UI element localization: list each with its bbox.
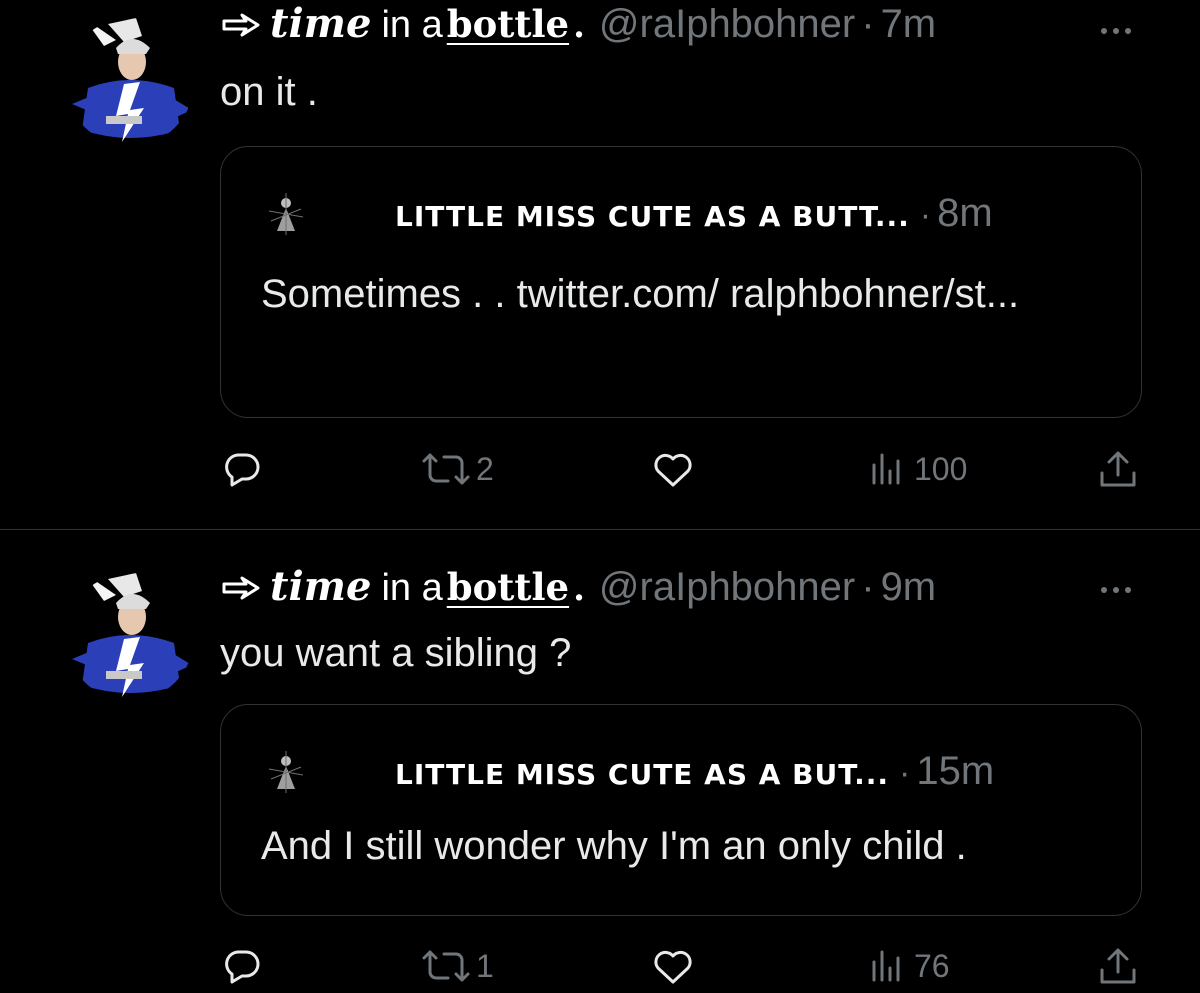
action-bar: 1 76 (0, 941, 1200, 991)
avatar[interactable] (66, 18, 194, 146)
quote-tweet[interactable]: LITTLE MISS CUTE AS A BUTT... · 8m Somet… (220, 146, 1142, 418)
heart-icon (654, 950, 692, 984)
views-icon (872, 950, 900, 982)
tweet-header: time in a bottle . @raIphbohner · 9m (220, 563, 936, 623)
tweet-header: time in a bottle . @raIphbohner · 7m (220, 0, 936, 60)
tweet-divider (0, 529, 1200, 530)
heart-icon (654, 453, 692, 487)
views-icon (872, 453, 900, 485)
retweet-icon (422, 950, 470, 982)
retweet-count: 1 (476, 947, 494, 984)
display-name-part[interactable]: bottle (447, 2, 569, 46)
quote-timestamp[interactable]: 8m (937, 191, 993, 236)
tweet-text: on it . (220, 70, 318, 114)
quote-header: LITTLE MISS CUTE AS A BUTT... · 8m (395, 191, 993, 236)
quote-header: LITTLE MISS CUTE AS A BUT... · 15m (395, 749, 994, 794)
tweet-text: you want a sibling ? (220, 631, 572, 675)
more-options-icon[interactable] (1096, 583, 1136, 597)
action-bar: 2 100 (0, 444, 1200, 494)
display-name-part[interactable]: in a (381, 4, 442, 47)
share-button[interactable] (1096, 444, 1140, 494)
reply-button[interactable] (220, 941, 264, 991)
separator-dot: · (919, 196, 932, 234)
views-count: 76 (914, 947, 950, 984)
timestamp[interactable]: 9m (881, 565, 937, 610)
user-handle[interactable]: @raIphbohner (599, 2, 855, 47)
retweet-count: 2 (476, 450, 494, 487)
user-handle[interactable]: @raIphbohner (599, 565, 855, 610)
retweet-button[interactable]: 1 (420, 941, 494, 991)
share-button[interactable] (1096, 941, 1140, 991)
views-button[interactable]: 76 (866, 941, 950, 991)
quote-text: Sometimes . . twitter.com/ ralphbohner/s… (261, 272, 1020, 316)
reply-icon (225, 950, 260, 984)
display-name-part[interactable]: bottle (447, 565, 569, 609)
views-button[interactable]: 100 (866, 444, 967, 494)
like-button[interactable] (650, 941, 696, 991)
separator-dot: · (899, 754, 911, 792)
tweet[interactable]: time in a bottle . @raIphbohner · 9m you… (0, 531, 1200, 993)
retweet-button[interactable]: 2 (420, 444, 494, 494)
display-name-part[interactable]: time (270, 563, 371, 610)
quote-timestamp[interactable]: 15m (916, 749, 994, 794)
reply-icon (225, 453, 260, 487)
quote-display-name[interactable]: LITTLE MISS CUTE AS A BUTT... (395, 200, 910, 233)
quote-text: And I still wonder why I'm an only child… (261, 824, 967, 868)
display-name-part: . (573, 6, 585, 46)
quote-display-name[interactable]: LITTLE MISS CUTE AS A BUT... (395, 758, 889, 791)
like-button[interactable] (650, 444, 696, 494)
reply-button[interactable] (220, 444, 264, 494)
quote-avatar[interactable] (263, 749, 309, 795)
display-name-part: . (573, 569, 585, 609)
separator-dot: · (861, 565, 875, 609)
separator-dot: · (861, 2, 875, 46)
views-count: 100 (914, 450, 968, 487)
tweet[interactable]: time in a bottle . @raIphbohner · 7m on … (0, 0, 1200, 530)
avatar-image (66, 573, 194, 701)
display-name-part[interactable]: in a (381, 567, 442, 610)
arrow-right-icon (222, 13, 260, 37)
timestamp[interactable]: 7m (881, 2, 937, 47)
quote-tweet[interactable]: LITTLE MISS CUTE AS A BUT... · 15m And I… (220, 704, 1142, 916)
share-icon (1100, 451, 1136, 487)
avatar-image (66, 18, 194, 146)
more-options-icon[interactable] (1096, 24, 1136, 38)
display-name-part[interactable]: time (270, 0, 371, 47)
retweet-icon (422, 453, 470, 485)
share-icon (1100, 948, 1136, 984)
avatar[interactable] (66, 573, 194, 701)
arrow-right-icon (222, 576, 260, 600)
quote-avatar[interactable] (263, 191, 309, 237)
